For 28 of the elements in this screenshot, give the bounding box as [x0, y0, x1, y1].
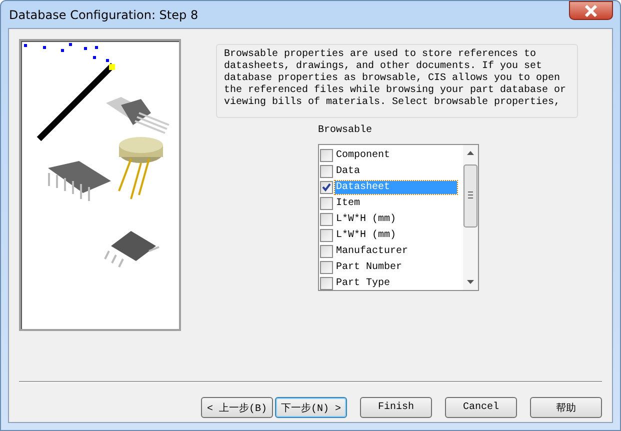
close-button[interactable] [569, 1, 613, 20]
wizard-button[interactable]: Finish [360, 397, 432, 418]
list-item[interactable]: L*W*H (mm) [335, 212, 398, 226]
checkbox[interactable] [320, 180, 333, 194]
list-item[interactable]: Component [335, 148, 392, 162]
list-item[interactable]: Part Number [335, 260, 404, 274]
list-item[interactable]: Data [335, 164, 362, 178]
checkbox[interactable] [320, 260, 333, 274]
scrollbar[interactable] [463, 145, 478, 290]
list-item[interactable]: Item [335, 196, 362, 210]
wizard-button[interactable]: 帮助 [530, 397, 602, 418]
list-item[interactable]: Manufacturer [335, 244, 410, 258]
checkbox[interactable] [320, 212, 333, 226]
description-text: Browsable properties are used to store references to datasheets, drawings, and other documents. If you set database properties as browsable, CIS allows you to open the referenced files while browsing your part database or viewing bills of materials. Select browsable properties, [216, 44, 578, 118]
wizard-button[interactable]: 下一步(N) > [275, 397, 347, 418]
wizard-button[interactable]: < 上一步(B) [201, 397, 273, 418]
checkbox[interactable] [320, 196, 333, 210]
window-title: Database Configuration: Step 8 [8, 8, 198, 22]
list-item[interactable]: Part Type [335, 276, 392, 290]
close-icon [584, 4, 598, 16]
browsable-label: Browsable [318, 124, 374, 138]
wizard-button[interactable]: Cancel [445, 397, 517, 418]
list-item[interactable]: L*W*H (mm) [335, 228, 398, 242]
checkbox[interactable] [320, 276, 333, 290]
checkbox[interactable] [320, 228, 333, 242]
checkbox[interactable] [320, 244, 333, 258]
checkbox[interactable] [320, 164, 333, 178]
checkbox[interactable] [320, 148, 333, 162]
